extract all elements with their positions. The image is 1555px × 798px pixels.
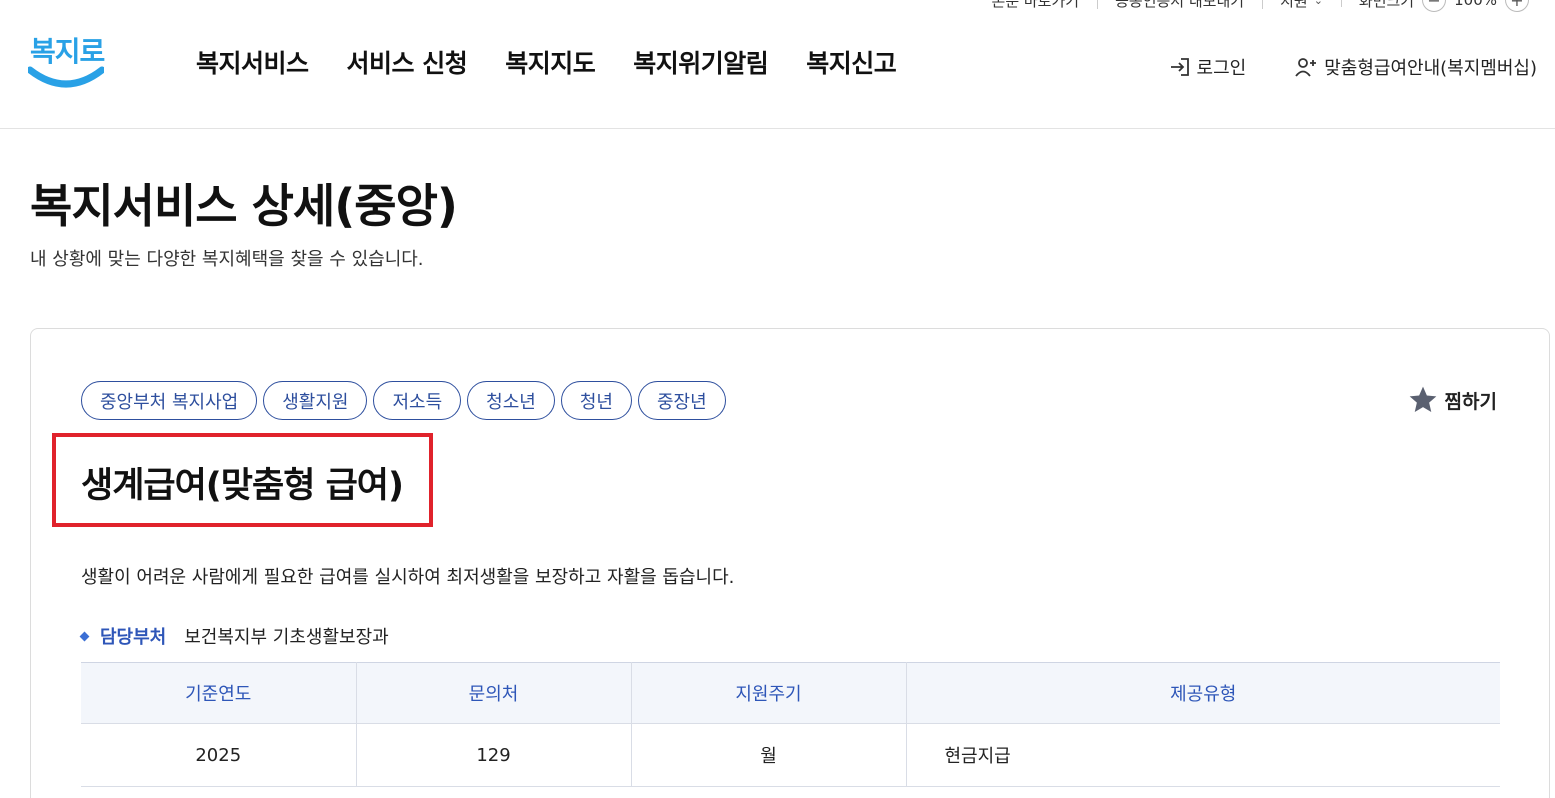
nav-welfare-service[interactable]: 복지서비스: [196, 44, 309, 80]
site-header: 복지로 복지서비스 서비스 신청 복지지도 복지위기알림 복지신고 로그인 맞춤…: [0, 0, 1555, 129]
cell-base-year: 2025: [81, 723, 357, 787]
login-icon: [1170, 58, 1189, 76]
table-header-row: 기준연도 문의처 지원주기 제공유형: [81, 662, 1500, 724]
table-row: 2025 129 월 현금지급: [81, 723, 1500, 787]
service-tags: 중앙부처 복지사업 생활지원 저소득 청소년 청년 중장년: [81, 381, 726, 420]
tag-central-ministry[interactable]: 중앙부처 복지사업: [81, 381, 258, 420]
site-logo[interactable]: 복지로: [28, 30, 106, 94]
page-description: 내 상황에 맞는 다양한 복지혜택을 찾을 수 있습니다.: [30, 249, 424, 270]
tag-youth-teen[interactable]: 청소년: [467, 381, 555, 420]
membership-label: 맞춤형급여안내(복지멤버십): [1324, 58, 1537, 79]
main-nav: 복지서비스 서비스 신청 복지지도 복지위기알림 복지신고: [196, 44, 897, 80]
service-description: 생활이 어려운 사람에게 필요한 급여를 실시하여 최저생활을 보장하고 자활을…: [81, 567, 735, 588]
department-label: 담당부처: [100, 627, 167, 648]
membership-button[interactable]: 맞춤형급여안내(복지멤버십): [1294, 54, 1537, 80]
star-icon: [1409, 386, 1436, 412]
page-title: 복지서비스 상세(중앙): [30, 179, 458, 233]
nav-welfare-map[interactable]: 복지지도: [505, 44, 596, 80]
service-detail-card: 중앙부처 복지사업 생활지원 저소득 청소년 청년 중장년 찜하기 생계급여(맞…: [30, 328, 1550, 798]
service-info-table: 기준연도 문의처 지원주기 제공유형 2025 129 월 현금지급: [81, 662, 1500, 787]
cell-provision-type: 현금지급: [906, 723, 1500, 787]
header-provision-type: 제공유형: [906, 662, 1500, 724]
favorite-label: 찜하기: [1444, 390, 1497, 413]
header-base-year: 기준연도: [81, 662, 357, 724]
nav-welfare-report[interactable]: 복지신고: [806, 44, 897, 80]
tag-low-income[interactable]: 저소득: [373, 381, 462, 420]
nav-crisis-alert[interactable]: 복지위기알림: [633, 44, 769, 80]
login-label: 로그인: [1196, 58, 1247, 79]
user-add-icon: [1295, 58, 1317, 77]
service-name: 생계급여(맞춤형 급여): [81, 466, 404, 506]
tag-young-adult[interactable]: 청년: [560, 381, 632, 420]
department-value: 보건복지부 기초생활보장과: [184, 627, 389, 648]
cell-contact: 129: [356, 723, 632, 787]
header-support-cycle: 지원주기: [631, 662, 907, 724]
tag-living-support[interactable]: 생활지원: [263, 381, 368, 420]
header-actions: 로그인 맞춤형급여안내(복지멤버십): [1169, 54, 1537, 80]
header-contact: 문의처: [356, 662, 632, 724]
cell-support-cycle: 월: [631, 723, 907, 787]
diamond-bullet-icon: [79, 631, 90, 641]
nav-service-apply[interactable]: 서비스 신청: [347, 44, 468, 80]
login-button[interactable]: 로그인: [1169, 54, 1247, 80]
department-row: 담당부처 보건복지부 기초생활보장과: [79, 623, 389, 649]
favorite-button[interactable]: 찜하기: [1407, 384, 1497, 416]
logo-smile-icon: [28, 66, 104, 88]
tag-middle-aged[interactable]: 중장년: [637, 381, 726, 420]
